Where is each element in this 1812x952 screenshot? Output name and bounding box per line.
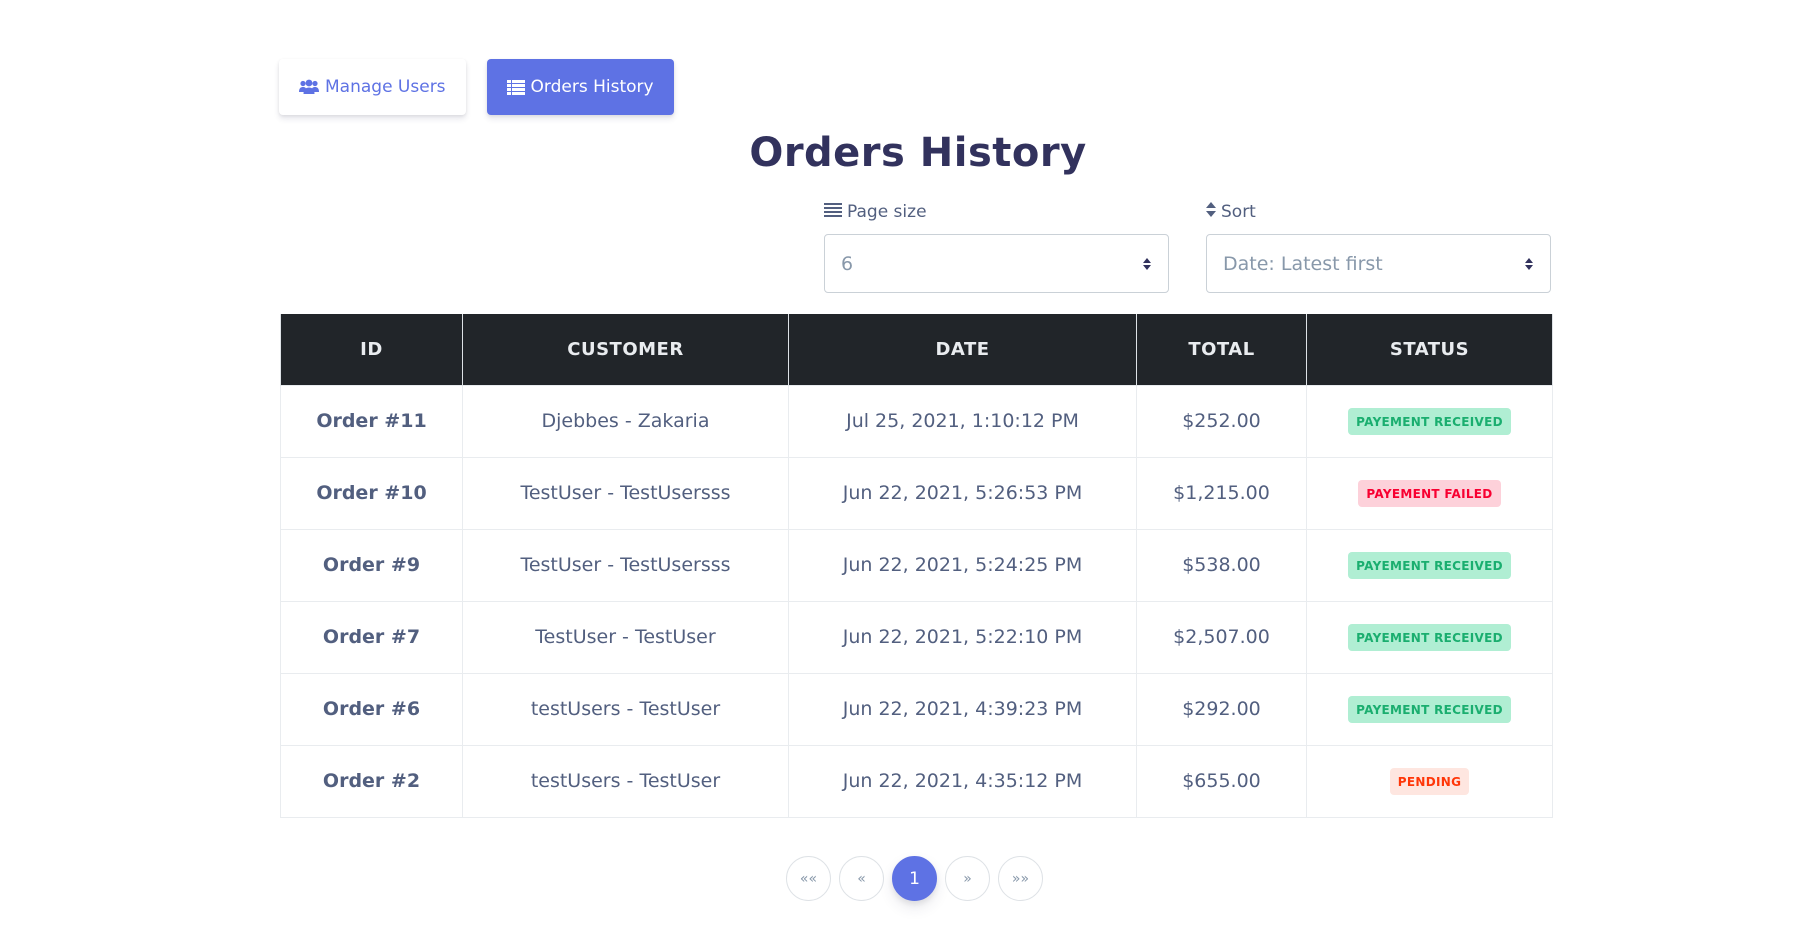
column-header-status[interactable]: STATUS <box>1306 314 1553 385</box>
status-badge: PENDING <box>1389 767 1470 795</box>
table-row[interactable]: Order #6 testUsers - TestUser Jun 22, 20… <box>280 672 1553 746</box>
table-row[interactable]: Order #11 Djebbes - Zakaria Jul 25, 2021… <box>280 384 1553 458</box>
order-customer: Djebbes - Zakaria <box>462 384 789 458</box>
column-header-date[interactable]: DATE <box>788 314 1137 385</box>
column-header-total[interactable]: TOTAL <box>1136 314 1307 385</box>
users-icon <box>299 79 319 95</box>
sort-icon <box>1206 202 1216 222</box>
sort-value: Date: Latest first <box>1223 252 1383 275</box>
pagination: «« « 1 » »» <box>786 856 1043 901</box>
order-status-cell: PAYEMENT RECEIVED <box>1306 384 1553 458</box>
table-row[interactable]: Order #7 TestUser - TestUser Jun 22, 202… <box>280 600 1553 674</box>
order-total: $538.00 <box>1136 528 1307 602</box>
order-customer: TestUser - TestUsersss <box>462 528 789 602</box>
status-badge: PAYEMENT RECEIVED <box>1348 551 1511 579</box>
order-date: Jun 22, 2021, 5:22:10 PM <box>788 600 1137 674</box>
table-row[interactable]: Order #9 TestUser - TestUsersss Jun 22, … <box>280 528 1553 602</box>
order-id: Order #9 <box>280 528 463 602</box>
next-page-button[interactable]: » <box>945 856 990 901</box>
last-page-button[interactable]: »» <box>998 856 1043 901</box>
order-date: Jun 22, 2021, 5:24:25 PM <box>788 528 1137 602</box>
sort-label-text: Sort <box>1221 202 1256 222</box>
order-status-cell: PAYEMENT RECEIVED <box>1306 672 1553 746</box>
status-badge: PAYEMENT FAILED <box>1358 479 1501 507</box>
order-date: Jun 22, 2021, 5:26:53 PM <box>788 456 1137 530</box>
order-id: Order #6 <box>280 672 463 746</box>
orders-history-button[interactable]: Orders History <box>486 59 674 115</box>
order-total: $252.00 <box>1136 384 1307 458</box>
first-page-button[interactable]: «« <box>786 856 831 901</box>
page-size-label-text: Page size <box>847 202 927 222</box>
order-status-cell: PAYEMENT RECEIVED <box>1306 600 1553 674</box>
select-caret-icon <box>1142 257 1152 271</box>
table-header-row: ID CUSTOMER DATE TOTAL STATUS <box>280 314 1553 385</box>
orders-table: ID CUSTOMER DATE TOTAL STATUS Order #11 … <box>280 314 1553 818</box>
sort-label: Sort <box>1206 200 1551 224</box>
table-row[interactable]: Order #2 testUsers - TestUser Jun 22, 20… <box>280 744 1553 818</box>
page-size-value: 6 <box>841 252 854 275</box>
manage-users-button[interactable]: Manage Users <box>279 59 466 115</box>
page-size-select[interactable]: 6 <box>824 234 1169 293</box>
page: Manage Users Orders History Orders Histo… <box>0 0 1812 952</box>
orders-history-label: Orders History <box>530 77 654 97</box>
order-date: Jun 22, 2021, 4:39:23 PM <box>788 672 1137 746</box>
column-header-customer[interactable]: CUSTOMER <box>462 314 789 385</box>
page-button-current[interactable]: 1 <box>892 856 937 901</box>
status-badge: PAYEMENT RECEIVED <box>1348 407 1511 435</box>
page-size-label: Page size <box>824 200 1169 224</box>
order-customer: testUsers - TestUser <box>462 672 789 746</box>
order-date: Jul 25, 2021, 1:10:12 PM <box>788 384 1137 458</box>
order-status-cell: PENDING <box>1306 744 1553 818</box>
order-status-cell: PAYEMENT RECEIVED <box>1306 528 1553 602</box>
order-total: $292.00 <box>1136 672 1307 746</box>
order-id: Order #7 <box>280 600 463 674</box>
page-title: Orders History <box>749 130 1087 176</box>
order-customer: testUsers - TestUser <box>462 744 789 818</box>
status-badge: PAYEMENT RECEIVED <box>1348 623 1511 651</box>
order-total: $655.00 <box>1136 744 1307 818</box>
bars-icon <box>824 202 842 222</box>
sort-control: Sort Date: Latest first <box>1206 200 1551 293</box>
order-date: Jun 22, 2021, 4:35:12 PM <box>788 744 1137 818</box>
page-size-control: Page size 6 <box>824 200 1169 293</box>
sort-select[interactable]: Date: Latest first <box>1206 234 1551 293</box>
list-icon <box>506 79 525 95</box>
order-status-cell: PAYEMENT FAILED <box>1306 456 1553 530</box>
order-total: $1,215.00 <box>1136 456 1307 530</box>
order-id: Order #2 <box>280 744 463 818</box>
order-id: Order #10 <box>280 456 463 530</box>
order-total: $2,507.00 <box>1136 600 1307 674</box>
order-customer: TestUser - TestUsersss <box>462 456 789 530</box>
prev-page-button[interactable]: « <box>839 856 884 901</box>
status-badge: PAYEMENT RECEIVED <box>1348 695 1511 723</box>
table-row[interactable]: Order #10 TestUser - TestUsersss Jun 22,… <box>280 456 1553 530</box>
manage-users-label: Manage Users <box>325 77 446 97</box>
order-id: Order #11 <box>280 384 463 458</box>
column-header-id[interactable]: ID <box>280 314 463 385</box>
select-caret-icon <box>1524 257 1534 271</box>
top-nav: Manage Users Orders History <box>279 59 674 115</box>
order-customer: TestUser - TestUser <box>462 600 789 674</box>
